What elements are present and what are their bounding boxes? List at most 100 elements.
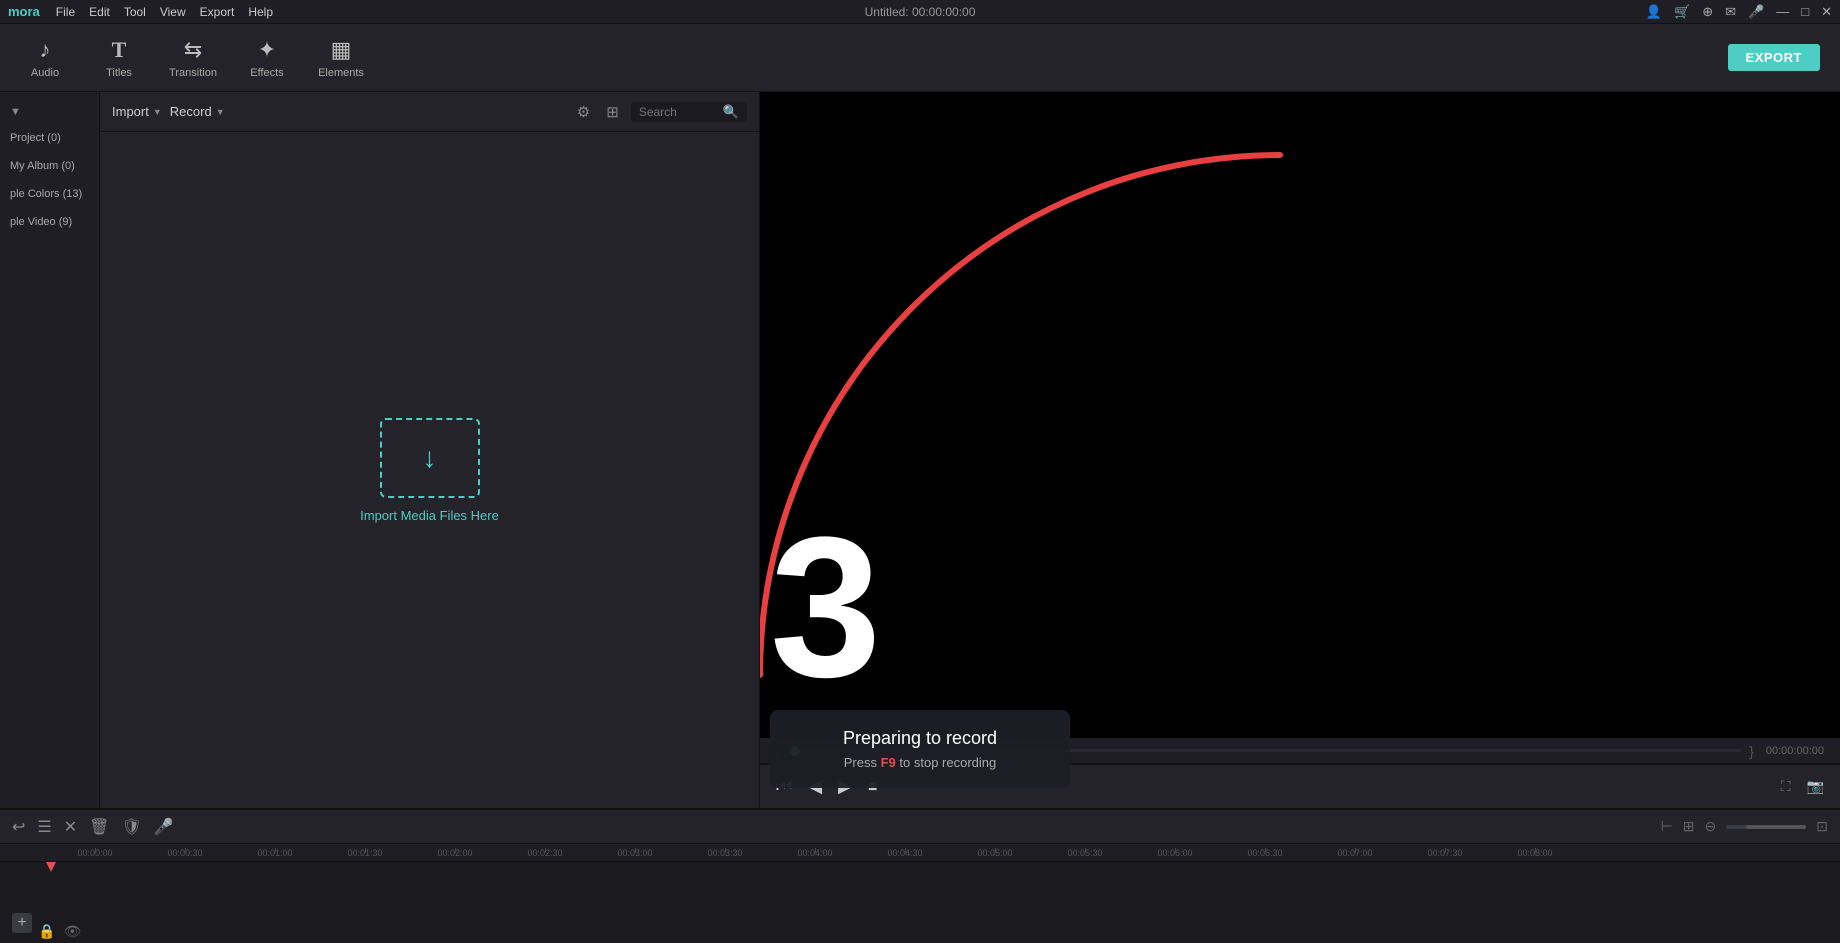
transition-icon: ⇆ <box>184 37 202 63</box>
plus-icon[interactable]: ⊕ <box>1702 4 1713 20</box>
import-label: Import <box>112 104 149 119</box>
menu-items: File Edit Tool View Export Help <box>56 5 273 19</box>
delete-clip-button[interactable]: ✕ <box>64 817 77 837</box>
filter-icon[interactable]: ⚙ <box>573 101 594 123</box>
search-wrap: 🔍 <box>631 102 747 122</box>
bottom-icons: + 🔒 👁 <box>0 919 89 943</box>
maximize-icon[interactable]: □ <box>1801 4 1809 19</box>
record-label: Record <box>170 104 212 119</box>
menu-export[interactable]: Export <box>200 5 235 19</box>
account-icon[interactable]: 👤 <box>1646 4 1662 20</box>
toolbar-titles[interactable]: T Titles <box>94 37 144 79</box>
import-drop-area[interactable]: ↓ Import Media Files Here <box>100 132 759 808</box>
timeline-ruler: 00:00:0000:00:3000:01:0000:01:3000:02:00… <box>0 844 1840 862</box>
import-drop-box: ↓ <box>380 418 480 498</box>
ruler-mark: 00:02:00 <box>410 848 500 858</box>
eye-icon[interactable]: 👁 <box>63 923 81 940</box>
ruler-mark: 00:04:30 <box>860 848 950 858</box>
split-button[interactable]: ☰ <box>37 817 51 837</box>
effects-label: Effects <box>250 67 283 79</box>
ruler-mark: 00:07:00 <box>1310 848 1400 858</box>
toolbar-audio[interactable]: ♪ Audio <box>20 37 70 79</box>
titles-label: Titles <box>106 67 132 79</box>
trash-button[interactable]: 🗑 <box>89 817 109 837</box>
record-button[interactable]: Record ▼ <box>170 104 225 119</box>
ruler-mark: 00:05:30 <box>1040 848 1130 858</box>
menu-view[interactable]: View <box>160 5 186 19</box>
zoom-slider[interactable] <box>1726 825 1806 829</box>
ruler-mark: 00:00:00 <box>50 848 140 858</box>
sidebar-item-colors[interactable]: ple Colors (13) <box>0 180 99 208</box>
ruler-mark: 00:03:30 <box>680 848 770 858</box>
minimize-icon[interactable]: — <box>1776 4 1789 19</box>
sidebar-item-video[interactable]: ple Video (9) <box>0 208 99 236</box>
voiceover-button[interactable]: 🎤 <box>154 817 174 837</box>
record-dropdown-arrow: ▼ <box>216 107 225 117</box>
ruler-mark: 00:06:30 <box>1220 848 1310 858</box>
menu-edit[interactable]: Edit <box>89 5 110 19</box>
toast-subtitle: Press F9 to stop recording <box>810 755 1030 770</box>
ruler-mark: 00:01:30 <box>320 848 410 858</box>
timeline-tracks: 00:00:0000:00:3000:01:0000:01:3000:02:00… <box>0 844 1840 943</box>
toolbar: ♪ Audio T Titles ⇆ Transition ✦ Effects … <box>0 24 1840 92</box>
ruler-mark: 00:06:00 <box>1130 848 1220 858</box>
menu-help[interactable]: Help <box>248 5 273 19</box>
close-icon[interactable]: ✕ <box>1821 4 1832 20</box>
fullscreen-icon[interactable]: ⛶ <box>1781 778 1791 795</box>
protect-button[interactable]: 🛡 <box>121 817 141 837</box>
toolbar-transition[interactable]: ⇆ Transition <box>168 37 218 79</box>
fit-timeline-icon[interactable]: ⊢ <box>1661 818 1673 835</box>
sidebar-item-album[interactable]: My Album (0) <box>0 152 99 180</box>
record-toast: Preparing to record Press F9 to stop rec… <box>770 710 1070 788</box>
app-logo: mora <box>8 4 40 19</box>
audio-icon: ♪ <box>40 37 51 63</box>
ruler-mark: 00:04:00 <box>770 848 860 858</box>
elements-label: Elements <box>318 67 364 79</box>
countdown-number: 3 <box>770 508 881 708</box>
toolbar-elements[interactable]: ▦ Elements <box>316 37 366 79</box>
grid-icon[interactable]: ⊞ <box>602 101 623 123</box>
screenshot-icon[interactable]: 📷 <box>1807 778 1824 795</box>
toolbar-effects[interactable]: ✦ Effects <box>242 37 292 79</box>
ruler-mark: 00:05:00 <box>950 848 1040 858</box>
mic-icon[interactable]: 🎤 <box>1748 4 1764 20</box>
mail-icon[interactable]: ✉ <box>1725 4 1736 20</box>
import-button[interactable]: Import ▼ <box>112 104 162 119</box>
export-button[interactable]: EXPORT <box>1728 44 1820 71</box>
toast-key: F9 <box>881 755 896 770</box>
add-marker-icon[interactable]: ⊞ <box>1683 818 1695 835</box>
timeline-toolbar: ↩ ☰ ✕ 🗑 🛡 🎤 ⊢ ⊞ ⊖ ⊡ <box>0 810 1840 844</box>
media-panel: Import ▼ Record ▼ ⚙ ⊞ 🔍 ↓ Import Media F… <box>100 92 760 808</box>
sidebar-item-project[interactable]: Project (0) <box>0 124 99 152</box>
window-controls: 👤 🛒 ⊕ ✉ 🎤 — □ ✕ <box>1646 4 1832 20</box>
ruler-mark: 00:03:00 <box>590 848 680 858</box>
cart-icon[interactable]: 🛒 <box>1674 4 1690 20</box>
ruler-mark: 00:00:30 <box>140 848 230 858</box>
toast-press-text: Press <box>844 755 877 770</box>
ruler-mark: 00:01:00 <box>230 848 320 858</box>
ruler-mark: 00:02:30 <box>500 848 590 858</box>
timeline: ↩ ☰ ✕ 🗑 🛡 🎤 ⊢ ⊞ ⊖ ⊡ 00:00:0000:00:3000:0… <box>0 808 1840 943</box>
toast-title: Preparing to record <box>810 728 1030 749</box>
timecode-display: 00:00:00:00 <box>1766 745 1824 757</box>
lock-icon[interactable]: 🔒 <box>38 923 55 940</box>
import-area-label: Import Media Files Here <box>360 508 499 523</box>
sidebar-section: ▼ <box>0 100 99 124</box>
search-input[interactable] <box>639 105 719 119</box>
sidebar-collapse-icon[interactable]: ▼ <box>10 106 21 118</box>
search-icon: 🔍 <box>723 104 739 120</box>
add-track-button[interactable]: + <box>12 913 32 933</box>
effects-icon: ✦ <box>258 37 276 63</box>
undo-button[interactable]: ↩ <box>12 817 25 837</box>
ruler-mark: 00:07:30 <box>1400 848 1490 858</box>
toast-suffix-text: to stop recording <box>899 755 996 770</box>
menu-tool[interactable]: Tool <box>124 5 146 19</box>
main-layout: ▼ Project (0) My Album (0) ple Colors (1… <box>0 92 1840 808</box>
ruler-marks: 00:00:0000:00:3000:01:0000:01:3000:02:00… <box>50 844 1580 861</box>
minus-icon[interactable]: ⊖ <box>1705 818 1717 835</box>
elements-icon: ▦ <box>331 37 352 63</box>
left-sidebar: ▼ Project (0) My Album (0) ple Colors (1… <box>0 92 100 808</box>
menu-file[interactable]: File <box>56 5 75 19</box>
countdown-overlay: 3 <box>760 92 1840 738</box>
zoom-fit-icon[interactable]: ⊡ <box>1816 818 1828 835</box>
